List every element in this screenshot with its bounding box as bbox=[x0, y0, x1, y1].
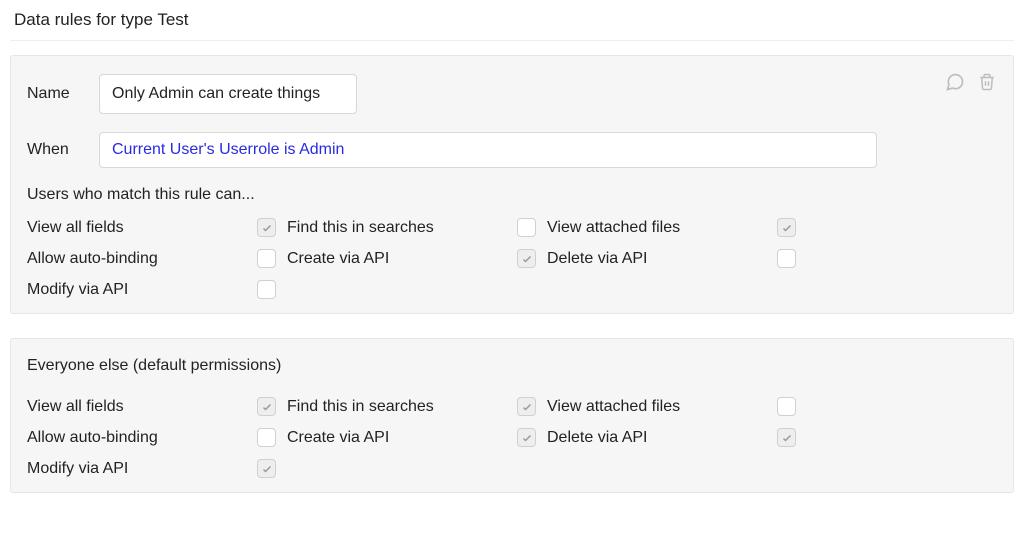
rule-panel: Name When Current User's Userrole is Adm… bbox=[10, 55, 1014, 314]
page-title: Data rules for type Test bbox=[10, 8, 1014, 41]
perm-label-modify-api: Modify via API bbox=[27, 460, 257, 478]
perm-checkbox-view-files[interactable] bbox=[777, 218, 796, 237]
rule-subheading: Users who match this rule can... bbox=[27, 186, 997, 204]
perm-checkbox-delete-api[interactable] bbox=[777, 428, 796, 447]
name-label: Name bbox=[27, 85, 99, 103]
when-label: When bbox=[27, 141, 99, 159]
perm-checkbox-modify-api[interactable] bbox=[257, 459, 276, 478]
perm-label-modify-api: Modify via API bbox=[27, 281, 257, 299]
perm-label-view-files: View attached files bbox=[547, 398, 777, 416]
comment-icon[interactable] bbox=[945, 72, 965, 92]
perm-checkbox-view-files[interactable] bbox=[777, 397, 796, 416]
perm-checkbox-delete-api[interactable] bbox=[777, 249, 796, 268]
perm-label-create-api: Create via API bbox=[287, 429, 517, 447]
perm-checkbox-find[interactable] bbox=[517, 397, 536, 416]
name-row: Name bbox=[27, 74, 997, 114]
perm-checkbox-autobind[interactable] bbox=[257, 249, 276, 268]
defaults-subheading: Everyone else (default permissions) bbox=[27, 357, 997, 375]
when-input[interactable]: Current User's Userrole is Admin bbox=[99, 132, 877, 168]
perm-checkbox-autobind[interactable] bbox=[257, 428, 276, 447]
perm-checkbox-view-all[interactable] bbox=[257, 218, 276, 237]
perm-checkbox-view-all[interactable] bbox=[257, 397, 276, 416]
defaults-panel: Everyone else (default permissions) View… bbox=[10, 338, 1014, 493]
perm-label-view-all: View all fields bbox=[27, 398, 257, 416]
when-row: When Current User's Userrole is Admin bbox=[27, 132, 997, 168]
perm-label-create-api: Create via API bbox=[287, 250, 517, 268]
name-input[interactable] bbox=[99, 74, 357, 114]
perm-checkbox-find[interactable] bbox=[517, 218, 536, 237]
perm-label-find: Find this in searches bbox=[287, 398, 517, 416]
perm-label-autobind: Allow auto-binding bbox=[27, 250, 257, 268]
perm-label-view-all: View all fields bbox=[27, 219, 257, 237]
perm-checkbox-create-api[interactable] bbox=[517, 249, 536, 268]
perm-checkbox-modify-api[interactable] bbox=[257, 280, 276, 299]
perm-checkbox-create-api[interactable] bbox=[517, 428, 536, 447]
perm-label-find: Find this in searches bbox=[287, 219, 517, 237]
perm-label-view-files: View attached files bbox=[547, 219, 777, 237]
defaults-permissions-grid: View all fields Find this in searches Vi… bbox=[27, 397, 997, 478]
perm-label-delete-api: Delete via API bbox=[547, 250, 777, 268]
perm-label-delete-api: Delete via API bbox=[547, 429, 777, 447]
perm-label-autobind: Allow auto-binding bbox=[27, 429, 257, 447]
trash-icon[interactable] bbox=[977, 72, 997, 92]
permissions-grid: View all fields Find this in searches Vi… bbox=[27, 218, 997, 299]
